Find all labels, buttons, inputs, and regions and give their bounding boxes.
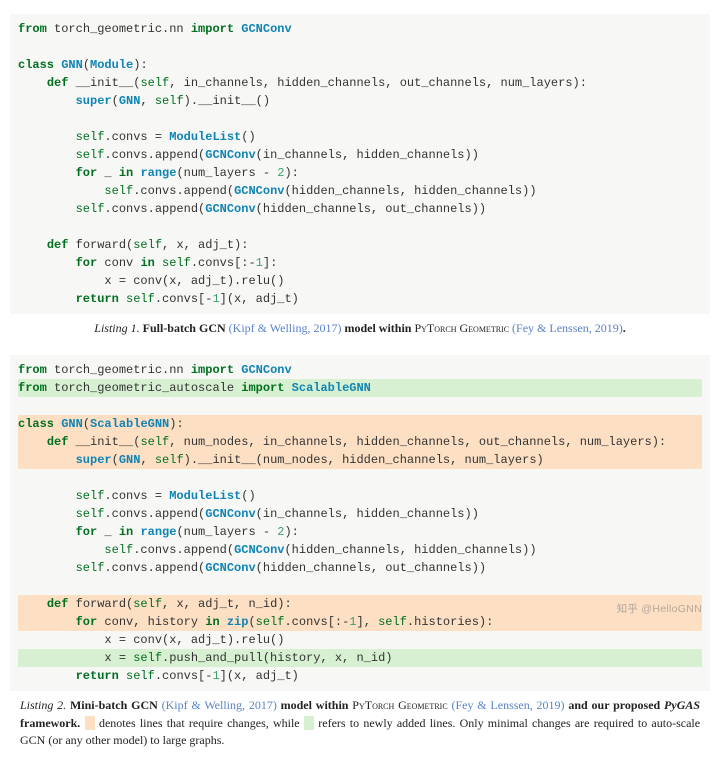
caption-bold: Mini-batch GCN xyxy=(70,698,158,712)
code-line: for conv in self.convs[:-1]: xyxy=(18,256,277,270)
code-line: self.convs.append(GCNConv(hidden_channel… xyxy=(18,184,537,198)
citation: (Fey & Lenssen, 2019) xyxy=(451,698,564,712)
code-line: return self.convs[-1](x, adj_t) xyxy=(18,669,299,683)
code-line: self.convs.append(GCNConv(hidden_channel… xyxy=(18,202,486,216)
code-line: return self.convs[-1](x, adj_t) xyxy=(18,292,299,306)
listing1-code: from torch_geometric.nn import GCNConv c… xyxy=(10,14,710,314)
citation: (Kipf & Welling, 2017) xyxy=(162,698,277,712)
listing-label: Listing 2. xyxy=(20,698,66,712)
code-line: from torch_geometric.nn import GCNConv xyxy=(18,363,292,377)
code-line: x = conv(x, adj_t).relu() xyxy=(18,633,284,647)
caption-text: framework. xyxy=(20,716,80,730)
citation: (Kipf & Welling, 2017) xyxy=(229,321,342,335)
caption-text: and our proposed xyxy=(568,698,660,712)
listing-label: Listing 1. xyxy=(94,321,139,335)
citation: (Fey & Lenssen, 2019) xyxy=(512,321,623,335)
orange-swatch-icon xyxy=(85,716,95,730)
code-line: def __init__(self, in_channels, hidden_c… xyxy=(18,76,587,90)
code-line: self.convs.append(GCNConv(hidden_channel… xyxy=(18,561,486,575)
code-line: self.convs = ModuleList() xyxy=(18,489,256,503)
listing2-caption: Listing 2. Mini-batch GCN (Kipf & Wellin… xyxy=(20,697,700,749)
library-name: PyTorch Geometric xyxy=(414,321,509,335)
code-line: def forward(self, x, adj_t, n_id): xyxy=(18,595,702,613)
code-line: def forward(self, x, adj_t): xyxy=(18,238,248,252)
code-line: for _ in range(num_layers - 2): xyxy=(18,525,299,539)
code-line: super(GNN, self).__init__() xyxy=(18,94,270,108)
code-line: x = conv(x, adj_t).relu() xyxy=(18,274,284,288)
code-line: super(GNN, self).__init__(num_nodes, hid… xyxy=(18,451,702,469)
code-line: class GNN(Module): xyxy=(18,58,148,72)
code-line: for conv, history in zip(self.convs[:-1]… xyxy=(18,613,702,631)
code-line: class GNN(ScalableGNN): xyxy=(18,415,702,433)
code-line: for _ in range(num_layers - 2): xyxy=(18,166,299,180)
code-line: from torch_geometric_autoscale import Sc… xyxy=(18,379,702,397)
legend-text: denotes lines that require changes, whil… xyxy=(99,716,300,730)
code-line: self.convs.append(GCNConv(in_channels, h… xyxy=(18,148,479,162)
listing1-caption: Listing 1. Full-batch GCN (Kipf & Wellin… xyxy=(20,320,700,337)
library-name: PyTorch Geometric xyxy=(352,698,447,712)
listing2-code: from torch_geometric.nn import GCNConv f… xyxy=(10,355,710,691)
code-line: from torch_geometric.nn import GCNConv xyxy=(18,22,292,36)
code-line: x = self.push_and_pull(history, x, n_id) xyxy=(18,649,702,667)
code-line: self.convs.append(GCNConv(in_channels, h… xyxy=(18,507,479,521)
green-swatch-icon xyxy=(304,716,314,730)
caption-suffix: . xyxy=(623,321,626,335)
caption-bold: Full-batch GCN xyxy=(143,321,226,335)
code-line: self.convs = ModuleList() xyxy=(18,130,256,144)
code-line: def __init__(self, num_nodes, in_channel… xyxy=(18,433,702,451)
caption-text: model within xyxy=(344,321,411,335)
code-line: self.convs.append(GCNConv(hidden_channel… xyxy=(18,543,537,557)
framework-name: PyGAS xyxy=(664,698,700,712)
caption-text: model within xyxy=(281,698,349,712)
